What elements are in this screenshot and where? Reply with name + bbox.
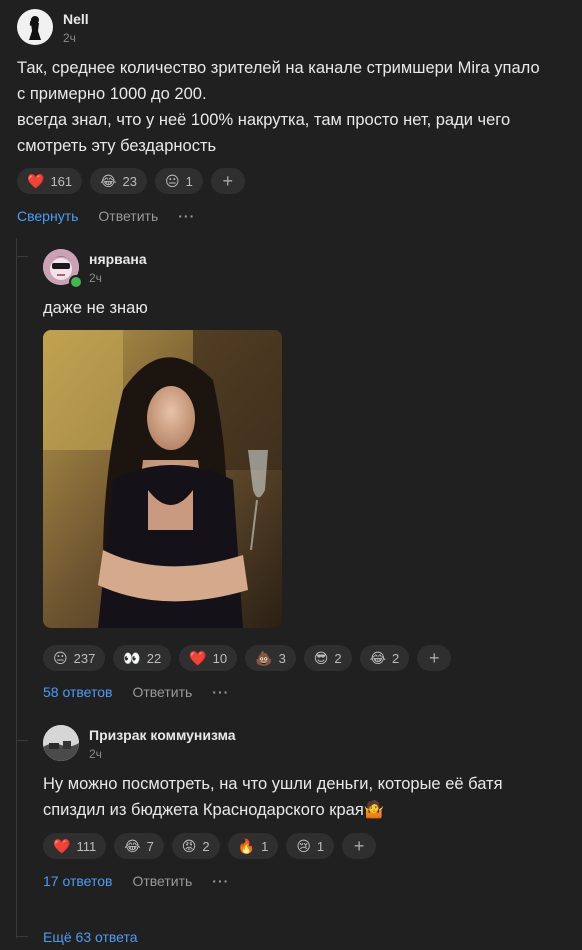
reaction-laugh[interactable]: 😂 7	[114, 833, 164, 859]
reply-time: 2ч	[89, 747, 102, 761]
avatar-landscape-icon	[43, 725, 79, 761]
more-replies-link[interactable]: Ещё 63 ответа	[43, 929, 138, 945]
reaction-count: 22	[146, 650, 162, 666]
reaction-sad[interactable]: 😢 1	[286, 833, 335, 859]
show-replies-link[interactable]: 58 ответов	[43, 684, 112, 700]
reaction-count: 23	[122, 173, 137, 189]
reaction-count: 10	[212, 650, 228, 666]
reaction-bar: 😐 237 👀 22 ❤️ 10 💩 3 😎 2 😂 2 +	[43, 645, 452, 671]
reaction-laugh[interactable]: 😂 2	[359, 645, 410, 671]
heart-icon: ❤️	[53, 838, 71, 854]
reaction-bar: ❤️ 111 😂 7 😡 2 🔥 1 😢 1 +	[43, 833, 377, 859]
comment-text-line: смотреть эту бездарность	[17, 137, 217, 155]
reply-actions: 17 ответов Ответить ···	[43, 873, 229, 889]
reaction-cool[interactable]: 😎 2	[303, 645, 352, 671]
reply-photo[interactable]	[43, 330, 282, 628]
reaction-count: 7	[146, 838, 154, 854]
comment-text-line: с примерно 1000 до 200.	[17, 85, 207, 103]
reply-time: 2ч	[89, 271, 102, 285]
thread-branch	[16, 936, 28, 937]
reply-button[interactable]: Ответить	[132, 873, 192, 889]
more-options-icon[interactable]: ···	[178, 208, 195, 224]
poop-icon: 💩	[255, 650, 273, 666]
show-replies-link[interactable]: 17 ответов	[43, 873, 112, 889]
sad-face-icon: 😢	[296, 838, 311, 854]
comment-text-line: Так, среднее количество зрителей на кана…	[17, 59, 540, 77]
reaction-poop[interactable]: 💩 3	[245, 645, 296, 671]
more-options-icon[interactable]: ···	[212, 873, 229, 889]
reply-text: даже не знаю	[43, 299, 148, 317]
thread-branch	[16, 256, 28, 257]
reply-button[interactable]: Ответить	[98, 208, 158, 224]
reaction-count: 2	[202, 838, 210, 854]
thread-line[interactable]	[16, 238, 17, 938]
reaction-count: 2	[392, 650, 400, 666]
add-reaction-button[interactable]: +	[417, 645, 452, 671]
reply-actions: 58 ответов Ответить ···	[43, 684, 229, 700]
reaction-neutral[interactable]: 😐 1	[154, 168, 203, 194]
comment-text: Так, среднее количество зрителей на кана…	[17, 55, 577, 159]
laughing-face-icon: 😂	[124, 838, 141, 854]
plus-icon: +	[353, 835, 365, 856]
eyes-icon: 👀	[123, 650, 141, 666]
fire-icon: 🔥	[237, 838, 256, 854]
laughing-face-icon: 😂	[369, 650, 386, 666]
reaction-count: 111	[76, 838, 97, 854]
plus-icon: +	[222, 170, 234, 191]
add-reaction-button[interactable]: +	[210, 168, 245, 194]
comment-time: 2ч	[63, 31, 76, 45]
reaction-count: 1	[185, 173, 193, 189]
heart-icon: ❤️	[27, 173, 45, 189]
comment-actions: Свернуть Ответить ···	[17, 208, 195, 224]
reply-text-line: Ну можно посмотреть, на что ушли деньги,…	[43, 775, 503, 793]
reply-text: Ну можно посмотреть, на что ушли деньги,…	[43, 771, 573, 823]
reaction-count: 161	[50, 173, 73, 189]
thread-branch	[16, 740, 28, 741]
avatar-girl-silhouette-icon	[29, 16, 41, 40]
sunglasses-face-icon: 😎	[313, 650, 329, 666]
comment-author[interactable]: Nell	[63, 11, 89, 27]
angry-face-icon: 😡	[181, 838, 197, 854]
reaction-eyes[interactable]: 👀 22	[113, 645, 172, 671]
plus-icon: +	[428, 647, 440, 668]
more-options-icon[interactable]: ···	[212, 684, 229, 700]
reply-text-line: спиздил из бюджета Краснодарского края🤷	[43, 801, 385, 819]
neutral-face-icon: 😐	[53, 650, 68, 666]
reaction-count: 237	[73, 650, 96, 666]
avatar-nell[interactable]	[17, 9, 53, 45]
add-reaction-button[interactable]: +	[342, 833, 377, 859]
comment-text-line: всегда знал, что у неё 100% накрутка, та…	[17, 111, 511, 129]
reaction-count: 1	[261, 838, 269, 854]
neutral-face-icon: 😐	[164, 173, 180, 189]
avatar-prizrak[interactable]	[43, 725, 79, 761]
reaction-count: 1	[316, 838, 325, 854]
reaction-fire[interactable]: 🔥 1	[227, 833, 279, 859]
reply-author[interactable]: нярвана	[89, 251, 147, 267]
reaction-neutral[interactable]: 😐 237	[43, 645, 106, 671]
online-indicator	[69, 275, 83, 289]
reply-button[interactable]: Ответить	[132, 684, 192, 700]
heart-icon: ❤️	[189, 650, 207, 666]
reaction-heart[interactable]: ❤️ 111	[43, 833, 107, 859]
reaction-laugh[interactable]: 😂 23	[90, 168, 147, 194]
reaction-angry[interactable]: 😡 2	[171, 833, 220, 859]
reply-author[interactable]: Призрак коммунизма	[89, 727, 236, 743]
reaction-count: 2	[334, 650, 342, 666]
collapse-button[interactable]: Свернуть	[17, 208, 78, 224]
photo-image	[43, 330, 282, 628]
reaction-bar: ❤️ 161 😂 23 😐 1 +	[17, 168, 245, 194]
reaction-heart[interactable]: ❤️ 10	[179, 645, 238, 671]
laughing-face-icon: 😂	[100, 173, 117, 189]
reaction-heart[interactable]: ❤️ 161	[17, 168, 83, 194]
reaction-count: 3	[278, 650, 286, 666]
